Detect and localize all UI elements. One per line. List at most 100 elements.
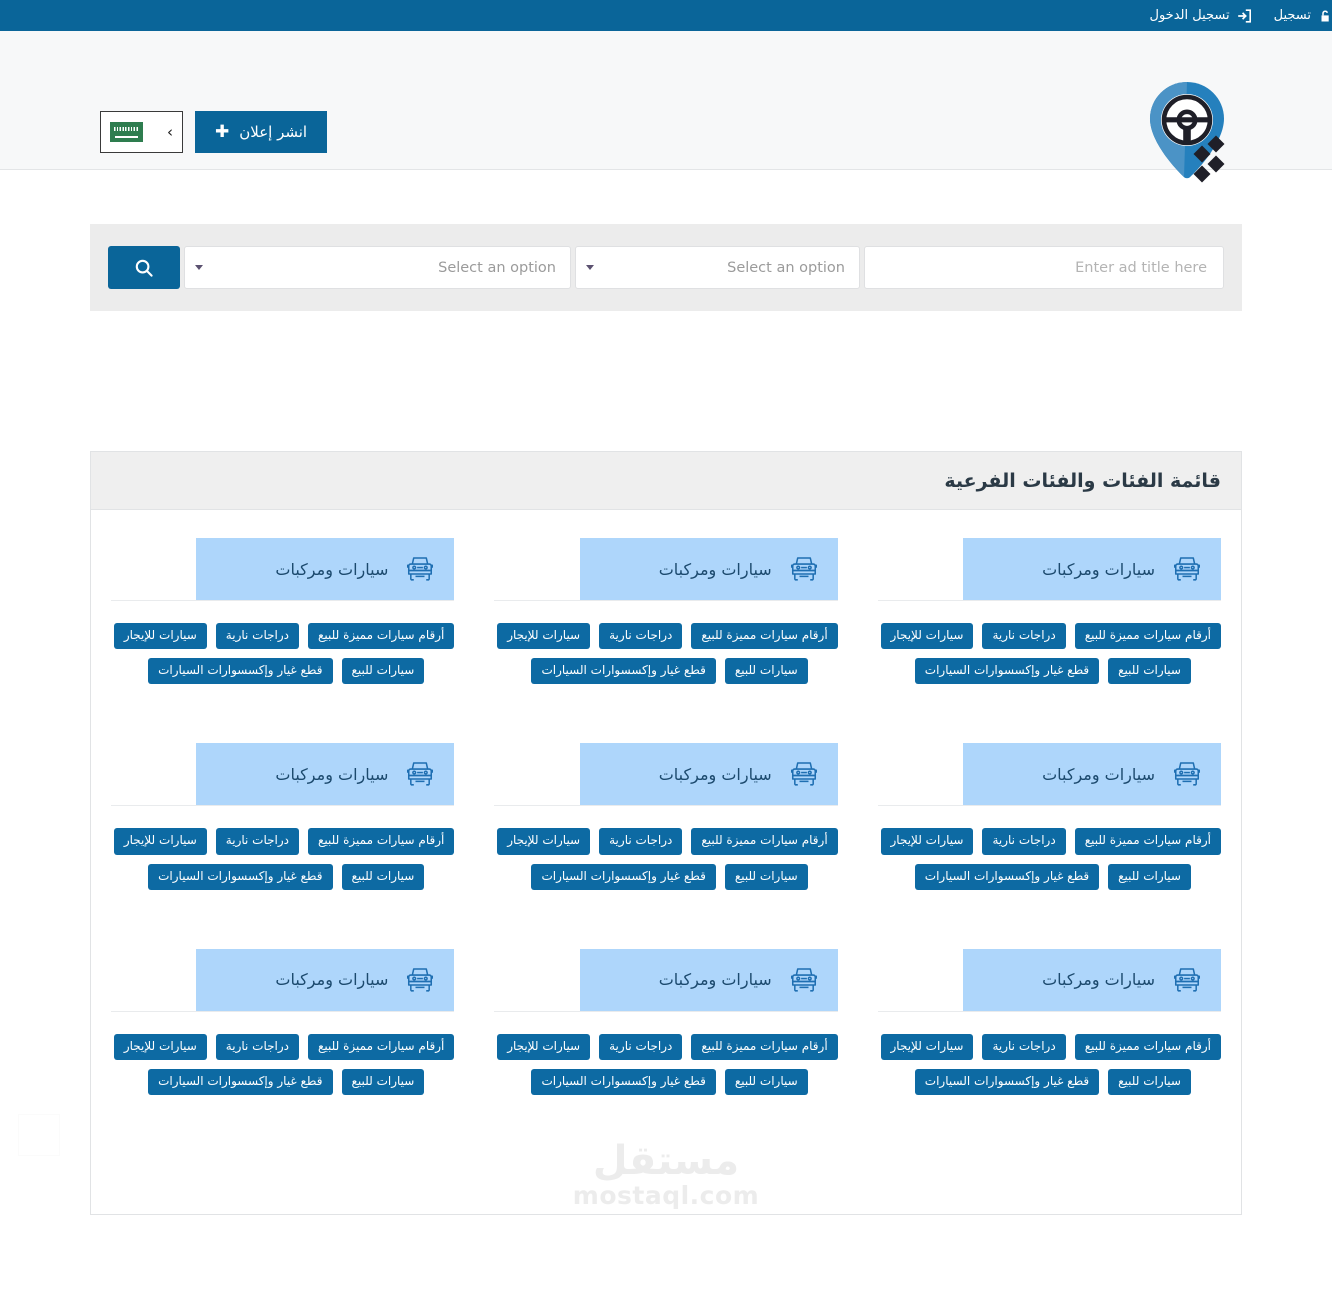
subcategory-tag-row: أرقام سيارات مميزة للبيع دراجات نارية سيار… xyxy=(111,623,455,650)
suv-front-icon xyxy=(400,960,440,1000)
search-bar: Select an option Select an option xyxy=(90,224,1242,311)
site-logo[interactable] xyxy=(1132,76,1242,186)
subcategory-tag[interactable]: دراجات نارية xyxy=(982,1033,1066,1060)
subcategory-tag[interactable]: أرقام سيارات مميزة للبيع xyxy=(691,828,838,855)
subcategory-tag[interactable]: دراجات نارية xyxy=(982,828,1066,855)
categories-panel-header: قائمة الفئات والفئات الفرعية xyxy=(91,452,1241,510)
subcategory-tag-list: أرقام سيارات مميزة للبيع دراجات نارية سيار… xyxy=(878,601,1221,685)
subcategory-tag[interactable]: دراجات نارية xyxy=(215,623,300,650)
category-card-inner: سيارات ومركبات أرقام سيارات مميزة للبيع در… xyxy=(474,743,857,890)
subcategory-tag[interactable]: دراجات نارية xyxy=(599,623,683,650)
subcategory-tag[interactable]: أرقام سيارات مميزة للبيع xyxy=(308,1033,455,1060)
subcategory-tag[interactable]: سيارات للبيع xyxy=(1108,1068,1191,1096)
category-header-row: سيارات ومركبات xyxy=(877,743,1221,807)
subcategory-tag[interactable]: سيارات للبيع xyxy=(341,1068,425,1096)
top-utility-bar: تسجيل تسجيل الدخول xyxy=(0,0,1332,31)
subcategory-tag[interactable]: سيارات للبيع xyxy=(341,658,425,685)
suv-front-icon xyxy=(784,960,824,1000)
search-submit-button[interactable] xyxy=(108,246,180,289)
category-name: سيارات ومركبات xyxy=(275,764,389,784)
category-header[interactable]: سيارات ومركبات xyxy=(963,538,1221,600)
subcategory-tag[interactable]: سيارات للإيجار xyxy=(880,1033,974,1060)
suv-front-icon xyxy=(1167,754,1207,794)
top-utility-links: تسجيل تسجيل الدخول xyxy=(0,8,1332,23)
subcategory-tag[interactable]: سيارات للبيع xyxy=(1108,863,1191,890)
category-name: سيارات ومركبات xyxy=(275,559,389,579)
country-language-switch[interactable]: › xyxy=(100,111,183,153)
subcategory-tag[interactable]: أرقام سيارات مميزة للبيع xyxy=(308,623,455,650)
subcategory-tag[interactable]: قطع غيار وإكسسوارات السيارات xyxy=(148,658,333,685)
subcategory-tag[interactable]: أرقام سيارات مميزة للبيع xyxy=(1074,1033,1221,1060)
subcategory-tag[interactable]: سيارات للإيجار xyxy=(113,1033,207,1060)
login-link[interactable]: تسجيل الدخول xyxy=(1150,8,1252,23)
subcategory-tag[interactable]: أرقام سيارات مميزة للبيع xyxy=(691,623,838,650)
subcategory-tag[interactable]: سيارات للبيع xyxy=(724,1068,808,1096)
subcategory-tag-row: سيارات للبيع قطع غيار وإكسسوارات السيارات xyxy=(111,1068,454,1096)
subcategory-tag[interactable]: أرقام سيارات مميزة للبيع xyxy=(1074,828,1221,855)
city-select[interactable]: Select an option xyxy=(575,246,860,289)
subcategory-tag[interactable]: قطع غيار وإكسسوارات السيارات xyxy=(914,658,1100,685)
subcategory-tag[interactable]: قطع غيار وإكسسوارات السيارات xyxy=(148,1068,333,1096)
subcategory-tag[interactable]: سيارات للبيع xyxy=(724,658,808,685)
subcategory-tag[interactable]: أرقام سيارات مميزة للبيع xyxy=(691,1033,838,1060)
category-header-row: سيارات ومركبات xyxy=(494,538,838,601)
category-header-row: سيارات ومركبات xyxy=(111,743,455,807)
category-header[interactable]: سيارات ومركبات xyxy=(963,948,1221,1011)
subcategory-tag[interactable]: قطع غيار وإكسسوارات السيارات xyxy=(148,863,333,890)
subcategory-tag[interactable]: قطع غيار وإكسسوارات السيارات xyxy=(531,863,716,890)
subcategory-tag[interactable]: دراجات نارية xyxy=(599,828,683,855)
page-title: قائمة الفئات والفئات الفرعية xyxy=(944,469,1221,492)
subcategory-tag[interactable]: دراجات نارية xyxy=(599,1033,683,1060)
category-header[interactable]: سيارات ومركبات xyxy=(579,948,838,1011)
category-name: سيارات ومركبات xyxy=(658,559,772,579)
subcategory-tag[interactable]: سيارات للإيجار xyxy=(880,623,974,650)
chevron-down-icon xyxy=(586,265,594,270)
category-header[interactable]: سيارات ومركبات xyxy=(579,743,838,806)
category-name: سيارات ومركبات xyxy=(1042,970,1155,990)
category-header[interactable]: سيارات ومركبات xyxy=(579,538,838,600)
post-ad-button[interactable]: انشر إعلان ✚ xyxy=(195,111,328,153)
signup-link[interactable]: تسجيل xyxy=(1274,8,1332,23)
category-header[interactable]: سيارات ومركبات xyxy=(963,743,1221,806)
subcategory-tag-row: سيارات للبيع قطع غيار وإكسسوارات السيارات xyxy=(494,658,837,685)
subcategory-tag[interactable]: دراجات نارية xyxy=(982,623,1066,650)
subcategory-tag[interactable]: قطع غيار وإكسسوارات السيارات xyxy=(914,863,1100,890)
category-card: سيارات ومركبات أرقام سيارات مميزة للبيع در… xyxy=(474,948,857,1126)
subcategory-tag[interactable]: سيارات للإيجار xyxy=(497,1033,591,1060)
category-header[interactable]: سيارات ومركبات xyxy=(196,538,455,600)
subcategory-tag-row: أرقام سيارات مميزة للبيع دراجات نارية سيار… xyxy=(878,623,1221,650)
category-select[interactable]: Select an option xyxy=(184,246,571,289)
subcategory-tag[interactable]: سيارات للبيع xyxy=(341,863,425,890)
category-name: سيارات ومركبات xyxy=(658,970,772,990)
subcategory-tag[interactable]: دراجات نارية xyxy=(215,828,300,855)
category-card: سيارات ومركبات أرقام سيارات مميزة للبيع در… xyxy=(474,743,857,920)
subcategory-tag[interactable]: سيارات للإيجار xyxy=(497,828,591,855)
subcategory-tag[interactable]: قطع غيار وإكسسوارات السيارات xyxy=(914,1068,1100,1096)
subcategory-tag[interactable]: سيارات للإيجار xyxy=(113,623,207,650)
login-icon xyxy=(1237,8,1252,23)
site-header: انشر إعلان ✚ › xyxy=(0,31,1332,183)
category-header[interactable]: سيارات ومركبات xyxy=(196,948,455,1011)
subcategory-tag[interactable]: سيارات للبيع xyxy=(724,863,808,890)
category-card: سيارات ومركبات أرقام سيارات مميزة للبيع در… xyxy=(858,538,1241,715)
category-header-row: سيارات ومركبات xyxy=(494,743,838,807)
subcategory-tag-row: أرقام سيارات مميزة للبيع دراجات نارية سيار… xyxy=(494,828,838,855)
subcategory-tag[interactable]: قطع غيار وإكسسوارات السيارات xyxy=(531,658,716,685)
subcategory-tag[interactable]: قطع غيار وإكسسوارات السيارات xyxy=(531,1068,716,1096)
category-header-row: سيارات ومركبات xyxy=(494,948,838,1012)
subcategory-tag[interactable]: أرقام سيارات مميزة للبيع xyxy=(1074,623,1221,650)
categories-section: قائمة الفئات والفئات الفرعية سيارات ومرك… xyxy=(0,311,1332,1216)
subcategory-tag[interactable]: سيارات للبيع xyxy=(1108,658,1191,685)
search-icon xyxy=(135,259,153,277)
subcategory-tag[interactable]: سيارات للإيجار xyxy=(497,623,591,650)
subcategory-tag[interactable]: أرقام سيارات مميزة للبيع xyxy=(308,828,455,855)
subcategory-tag[interactable]: سيارات للإيجار xyxy=(113,828,207,855)
subcategory-tag-list: أرقام سيارات مميزة للبيع دراجات نارية سيار… xyxy=(494,601,838,685)
subcategory-tag[interactable]: دراجات نارية xyxy=(215,1033,300,1060)
subcategory-tag[interactable]: سيارات للإيجار xyxy=(880,828,974,855)
category-header[interactable]: سيارات ومركبات xyxy=(196,743,455,806)
subcategory-tag-row: أرقام سيارات مميزة للبيع دراجات نارية سيار… xyxy=(494,623,838,650)
suv-front-icon xyxy=(1167,549,1207,589)
ad-title-input[interactable] xyxy=(864,246,1224,289)
signup-label: تسجيل xyxy=(1273,8,1311,23)
